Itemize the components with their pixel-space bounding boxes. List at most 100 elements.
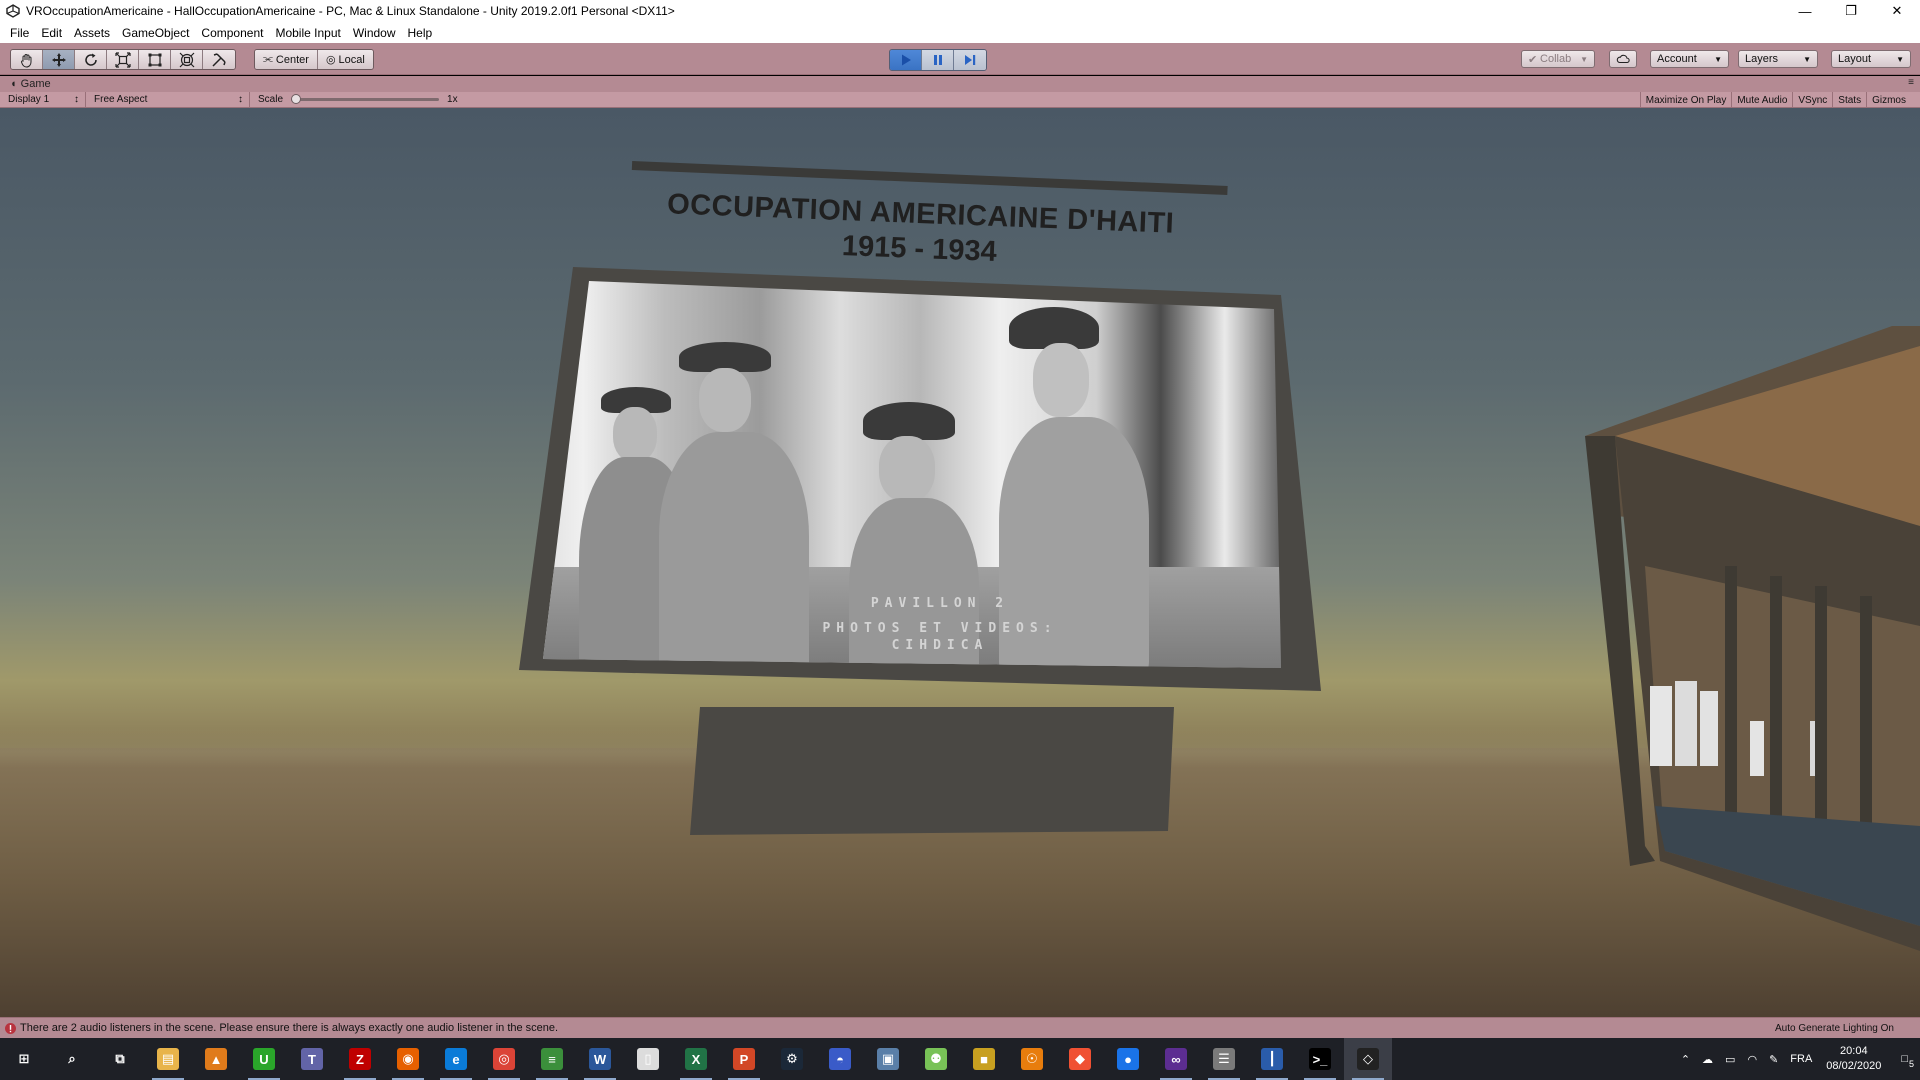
database-icon: ☰ <box>1213 1048 1235 1070</box>
tab-menu-icon[interactable]: ≡ <box>1908 77 1914 88</box>
menu-edit[interactable]: Edit <box>35 26 68 40</box>
taskbar-app-button[interactable]: e <box>432 1038 480 1080</box>
oculus-icon: ◓ <box>829 1048 851 1070</box>
taskbar-app-button[interactable]: ◓ <box>816 1038 864 1080</box>
move-tool-button[interactable] <box>43 50 75 69</box>
menu-window[interactable]: Window <box>347 26 402 40</box>
monitor-app-icon: ▣ <box>877 1048 899 1070</box>
updown-icon: ↕ <box>74 94 79 105</box>
custom-tool-button[interactable] <box>203 50 235 69</box>
menu-component[interactable]: Component <box>195 26 269 40</box>
menu-file[interactable]: File <box>4 26 35 40</box>
status-message[interactable]: There are 2 audio listeners in the scene… <box>20 1022 558 1034</box>
step-button[interactable] <box>954 50 986 70</box>
taskbar-app-button[interactable]: W <box>576 1038 624 1080</box>
taskbar-app-button[interactable]: ≡ <box>528 1038 576 1080</box>
pivot-local-button[interactable]: ◎ Local <box>317 50 373 69</box>
collab-dropdown[interactable]: ✔ Collab ▼ <box>1521 50 1595 68</box>
pen-icon[interactable]: ✎ <box>1763 1053 1784 1066</box>
chevron-up-icon[interactable]: ⌃ <box>1675 1053 1696 1066</box>
game-tab[interactable]: ◖ Game ≡ <box>0 76 1920 92</box>
close-button[interactable]: ✕ <box>1874 0 1920 22</box>
play-button[interactable] <box>890 50 922 70</box>
cloud-button[interactable] <box>1609 50 1637 68</box>
move-arrows-icon <box>51 52 66 67</box>
wifi-icon[interactable]: ◠ <box>1741 1053 1763 1066</box>
battery-icon[interactable]: ▭ <box>1719 1053 1741 1066</box>
scale-tool-button[interactable] <box>107 50 139 69</box>
account-dropdown[interactable]: Account ▼ <box>1650 50 1729 68</box>
scale-slider-knob[interactable] <box>291 94 302 104</box>
rect-tool-button[interactable] <box>139 50 171 69</box>
mute-audio-toggle[interactable]: Mute Audio <box>1731 92 1792 108</box>
network-error-icon[interactable]: ☁ <box>1696 1053 1719 1066</box>
layers-dropdown[interactable]: Layers ▼ <box>1738 50 1818 68</box>
taskbar-app-button[interactable]: >_ <box>1296 1038 1344 1080</box>
taskbar-app-button[interactable]: T <box>288 1038 336 1080</box>
display-dropdown[interactable]: Display 1 ↕ <box>0 91 86 108</box>
filezilla-icon: Z <box>349 1048 371 1070</box>
clock-time: 20:04 <box>1840 1045 1868 1057</box>
android-icon: ⚉ <box>925 1048 947 1070</box>
scale-slider[interactable] <box>291 94 440 104</box>
taskbar-app-button[interactable]: ⌕ <box>48 1038 96 1080</box>
notification-button[interactable]: □ 5 <box>1889 1053 1920 1069</box>
hand-tool-button[interactable] <box>11 50 43 69</box>
menu-help[interactable]: Help <box>402 26 439 40</box>
clock[interactable]: 20:04 08/02/2020 <box>1818 1044 1889 1074</box>
scale-label: Scale <box>258 94 284 105</box>
transform-tool-button[interactable] <box>171 50 203 69</box>
chrome-icon: ◎ <box>493 1048 515 1070</box>
auto-lighting-status: Auto Generate Lighting On <box>1775 1022 1894 1034</box>
layout-dropdown[interactable]: Layout ▼ <box>1831 50 1911 68</box>
notification-count: 5 <box>1908 1059 1914 1069</box>
taskbar-app-button[interactable]: ▲ <box>192 1038 240 1080</box>
menu-gameobject[interactable]: GameObject <box>116 26 195 40</box>
vsync-toggle[interactable]: VSync <box>1792 92 1832 108</box>
taskbar-app-button[interactable]: X <box>672 1038 720 1080</box>
play-icon <box>901 54 911 66</box>
pause-button[interactable] <box>922 50 954 70</box>
menu-mobile-input[interactable]: Mobile Input <box>269 26 346 40</box>
taskbar-app-button[interactable]: ⚉ <box>912 1038 960 1080</box>
rotate-tool-button[interactable] <box>75 50 107 69</box>
gizmos-dropdown[interactable]: Gizmos <box>1866 92 1920 108</box>
taskbar-app-button[interactable]: U <box>240 1038 288 1080</box>
taskbar-app-button[interactable]: ◆ <box>1056 1038 1104 1080</box>
game-viewport[interactable]: OCCUPATION AMERICAINE D'HAITI 1915 - 193… <box>0 108 1920 1017</box>
cloud-icon <box>1616 54 1630 64</box>
taskbar-app-button[interactable]: ⊞ <box>0 1038 48 1080</box>
taskbar-app-button[interactable]: P <box>720 1038 768 1080</box>
taskbar-app-button[interactable]: ▣ <box>864 1038 912 1080</box>
language-indicator[interactable]: FRA <box>1784 1053 1818 1065</box>
transform-tools <box>10 49 236 70</box>
taskbar-app-button[interactable]: ■ <box>960 1038 1008 1080</box>
rotate-icon <box>84 53 97 66</box>
taskbar-app-button[interactable]: ◇ <box>1344 1038 1392 1080</box>
taskbar-app-button[interactable]: ▤ <box>144 1038 192 1080</box>
taskbar-app-button[interactable]: ⧉ <box>96 1038 144 1080</box>
aspect-dropdown[interactable]: Free Aspect ↕ <box>86 91 250 108</box>
taskbar-app-button[interactable]: Z <box>336 1038 384 1080</box>
pavilion-building <box>1585 326 1920 951</box>
restore-button[interactable]: ❐ <box>1828 0 1874 22</box>
taskbar-app-button[interactable]: ∞ <box>1152 1038 1200 1080</box>
minimize-button[interactable]: — <box>1782 0 1828 22</box>
taskbar-app-button[interactable]: ▯ <box>624 1038 672 1080</box>
pivot-toggles: ⫘ Center ◎ Local <box>254 49 374 70</box>
taskbar-app-button[interactable]: ◉ <box>384 1038 432 1080</box>
taskbar-app-button[interactable]: ● <box>1104 1038 1152 1080</box>
maximize-on-play-toggle[interactable]: Maximize On Play <box>1639 92 1732 108</box>
taskbar-app-button[interactable]: ◎ <box>480 1038 528 1080</box>
taskbar-app-button[interactable]: ☉ <box>1008 1038 1056 1080</box>
menu-assets[interactable]: Assets <box>68 26 116 40</box>
stats-toggle[interactable]: Stats <box>1832 92 1866 108</box>
pivot-center-button[interactable]: ⫘ Center <box>255 50 318 69</box>
plaque-line1: PAVILLON 2 <box>870 596 1010 611</box>
taskbar-app-button[interactable]: ┃ <box>1248 1038 1296 1080</box>
task-view-icon: ⧉ <box>109 1048 131 1070</box>
exhibit-title: OCCUPATION AMERICAINE D'HAITI 1915 - 193… <box>599 186 1241 279</box>
taskbar-app-button[interactable]: ⚙ <box>768 1038 816 1080</box>
taskbar-app-button[interactable]: ☰ <box>1200 1038 1248 1080</box>
git-icon: ◆ <box>1069 1048 1091 1070</box>
